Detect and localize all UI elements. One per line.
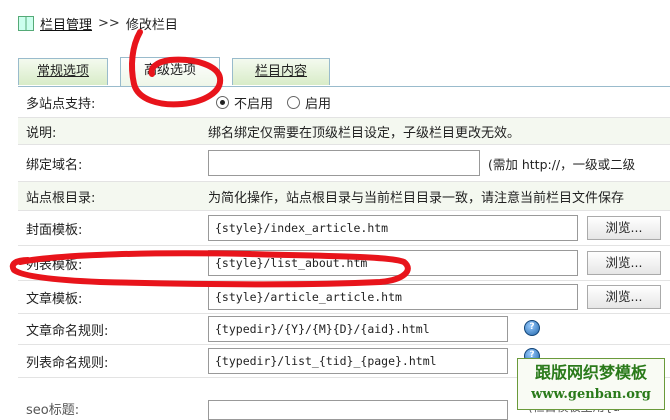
annotation-marks — [9, 29, 411, 288]
watermark-title: 跟版网织梦模板 — [534, 363, 647, 382]
annotation-circle-advanced-tab — [129, 29, 224, 108]
annotation-circle-list-template — [9, 250, 411, 288]
watermark-url: www.genban.org — [531, 387, 651, 402]
watermark-logo: 跟版网织梦模板 www.genban.org — [517, 358, 665, 410]
